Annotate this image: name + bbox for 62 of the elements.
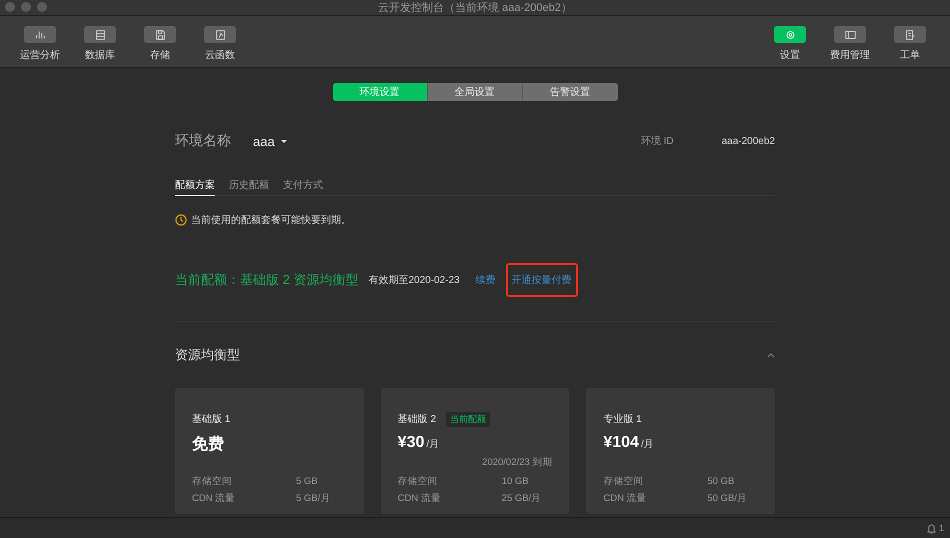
tab[interactable]: 历史配额 bbox=[229, 178, 269, 196]
toolbar-button[interactable] bbox=[894, 26, 926, 43]
chevron-icon[interactable] bbox=[767, 352, 775, 358]
toolbar-button[interactable] bbox=[144, 26, 176, 43]
bell-icon[interactable] bbox=[926, 522, 936, 534]
toolbar-button[interactable] bbox=[204, 26, 236, 43]
spec-value: 5 GB/月 bbox=[296, 493, 330, 504]
price: 免费 bbox=[192, 434, 224, 455]
plan-card[interactable]: 基础版 2 当前配额 ¥30/月 2020/02/23 到期 存储空间 10 GB CDN 流量 25 GB/月 bbox=[380, 388, 570, 514]
spec-value: 25 GB/月 bbox=[502, 493, 542, 504]
price-unit: /月 bbox=[640, 438, 654, 451]
toolbar-button[interactable] bbox=[774, 26, 806, 43]
toolbar-label[interactable]: 云函数 bbox=[205, 48, 235, 62]
plan-name: 基础版 1 bbox=[192, 412, 230, 426]
field-label: 环境名称 bbox=[175, 132, 232, 150]
spec-value: 10 GB bbox=[502, 476, 529, 487]
bar-chart-icon bbox=[34, 28, 46, 40]
plan-name: 基础版 2 bbox=[398, 412, 436, 426]
toolbar-label[interactable]: 设置 bbox=[780, 48, 800, 62]
toolbar-label[interactable]: 运营分析 bbox=[20, 48, 60, 62]
plan-card[interactable]: 专业版 1 ¥104/月 存储空间 50 GB CDN 流量 50 GB/月 bbox=[586, 388, 776, 514]
spec-label: CDN 流量 bbox=[398, 493, 442, 504]
section-title: 资源均衡型 bbox=[175, 346, 240, 364]
plan-card[interactable]: 基础版 1 免费 存储空间 5 GB CDN 流量 5 GB/月 bbox=[175, 388, 364, 514]
toolbar-label[interactable]: 费用管理 bbox=[830, 48, 870, 62]
spec-label: 存储空间 bbox=[192, 476, 233, 487]
toolbar-label[interactable]: 存储 bbox=[150, 48, 170, 62]
price: ¥30 bbox=[398, 434, 424, 452]
current-quota-title: 当前配额：基础版 2 资源均衡型 bbox=[175, 271, 358, 289]
link[interactable]: 续费 bbox=[470, 263, 502, 297]
window-title: 云开发控制台（当前环境 aaa-200eb2） bbox=[378, 0, 572, 15]
tab[interactable]: 支付方式 bbox=[283, 178, 323, 196]
environment-dropdown[interactable]: aaa bbox=[253, 134, 287, 148]
spec-value: 50 GB/月 bbox=[707, 493, 747, 504]
spec-label: CDN 流量 bbox=[192, 493, 236, 504]
field-label: 环境 ID bbox=[640, 134, 674, 148]
spec-label: 存储空间 bbox=[398, 476, 439, 487]
toolbar-button[interactable] bbox=[84, 26, 116, 43]
spec-label: CDN 流量 bbox=[603, 493, 648, 504]
current-plan-badge: 当前配额 bbox=[446, 412, 490, 426]
warning-message: 当前使用的配额套餐可能快要到期。 bbox=[191, 214, 351, 227]
clock-icon bbox=[175, 214, 187, 226]
notification-count: 1 bbox=[938, 523, 944, 533]
link[interactable]: 开通按量付费 bbox=[506, 263, 578, 297]
spec-label: 存储空间 bbox=[603, 476, 644, 487]
plan-name: 专业版 1 bbox=[603, 412, 642, 426]
toolbar-button[interactable] bbox=[24, 26, 56, 43]
document-icon bbox=[904, 28, 916, 40]
list-icon bbox=[94, 28, 106, 40]
price-unit: /月 bbox=[426, 438, 440, 451]
spec-value: 5 GB bbox=[296, 476, 318, 487]
toolbar-label[interactable]: 数据库 bbox=[85, 48, 115, 62]
caret-icon bbox=[280, 140, 287, 142]
panel-icon bbox=[844, 28, 856, 40]
expiry-date: 2020/02/23 到期 bbox=[481, 456, 552, 470]
price: ¥104 bbox=[603, 434, 639, 452]
tab[interactable]: 配额方案 bbox=[175, 178, 215, 196]
expiry-date: 有效期至2020-02-23 bbox=[368, 274, 460, 287]
toolbar-button[interactable] bbox=[834, 26, 866, 43]
toolbar-label[interactable]: 工单 bbox=[900, 48, 920, 62]
spec-value: 50 GB bbox=[707, 476, 734, 487]
environment-id: aaa-200eb2 bbox=[722, 136, 775, 146]
